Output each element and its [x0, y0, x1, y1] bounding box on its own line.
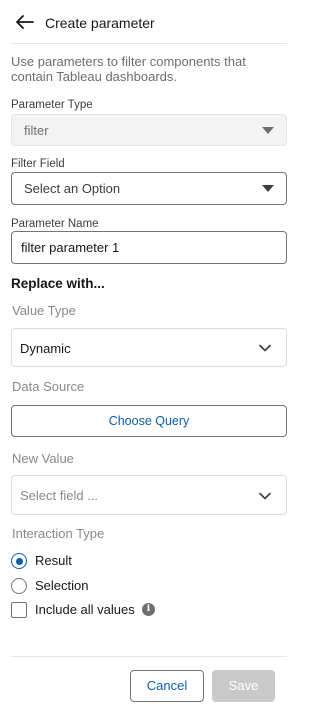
- include-all-values-checkbox[interactable]: [11, 602, 27, 618]
- new-value-label: New Value: [12, 451, 74, 466]
- save-button[interactable]: Save: [212, 670, 275, 702]
- value-type-select[interactable]: Dynamic: [11, 328, 287, 367]
- cancel-button[interactable]: Cancel: [130, 670, 204, 702]
- radio-selection-label: Selection: [35, 578, 89, 593]
- chevron-down-icon: [259, 492, 271, 500]
- radio-result-label: Result: [35, 553, 72, 568]
- header-divider: [11, 43, 287, 44]
- new-value-select[interactable]: Select field ...: [11, 475, 287, 515]
- parameter-name-value: filter parameter 1: [21, 240, 120, 255]
- chevron-down-icon: [259, 344, 271, 352]
- radio-selection[interactable]: [11, 578, 27, 594]
- description-text: Use parameters to filter components that…: [11, 54, 246, 84]
- data-source-label: Data Source: [12, 379, 85, 394]
- panel-header: Create parameter: [0, 0, 296, 44]
- filter-field-placeholder: Select an Option: [24, 181, 121, 196]
- include-all-values-label: Include all values: [35, 602, 135, 617]
- filter-field-label: Filter Field: [11, 158, 65, 170]
- filter-field-select[interactable]: Select an Option: [11, 172, 287, 205]
- parameter-name-input[interactable]: filter parameter 1: [11, 231, 287, 264]
- radio-result[interactable]: [11, 553, 27, 569]
- parameter-name-label: Parameter Name: [11, 218, 99, 230]
- new-value-placeholder: Select field ...: [20, 488, 99, 503]
- value-type-value: Dynamic: [20, 341, 71, 356]
- parameter-type-value: filter: [24, 123, 49, 138]
- replace-with-heading: Replace with...: [11, 276, 105, 291]
- parameter-type-select: filter: [11, 114, 287, 146]
- back-arrow-icon[interactable]: [15, 14, 35, 30]
- caret-down-icon: [262, 127, 274, 134]
- caret-down-icon: [262, 185, 274, 192]
- parameter-type-label: Parameter Type: [11, 99, 93, 111]
- info-icon[interactable]: i: [142, 603, 155, 616]
- interaction-type-label: Interaction Type: [12, 526, 105, 541]
- choose-query-button[interactable]: Choose Query: [11, 405, 287, 437]
- value-type-label: Value Type: [12, 303, 76, 318]
- page-title: Create parameter: [45, 15, 155, 31]
- footer-divider: [11, 656, 287, 657]
